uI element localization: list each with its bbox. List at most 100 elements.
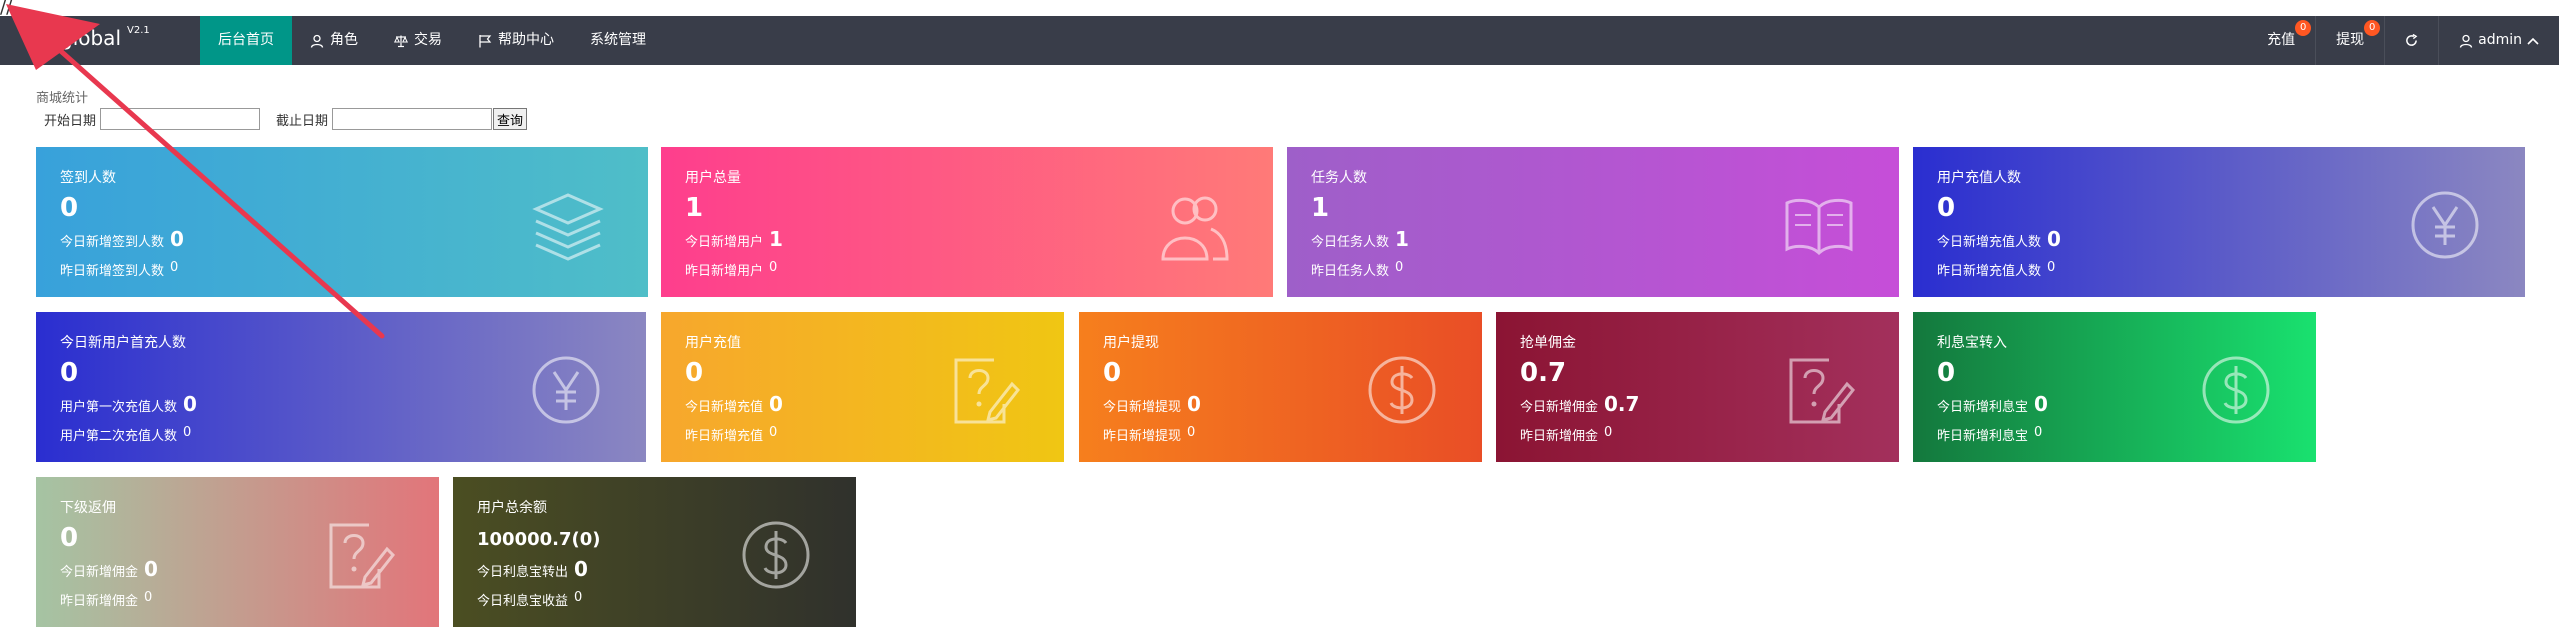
card-yesterday-label: 今日利息宝收益 (477, 594, 569, 609)
code-comment: // (0, 0, 13, 18)
card-today: 用户第一次充值人数 0 (60, 392, 197, 416)
refresh-icon (2406, 34, 2418, 46)
card-yesterday-value: 0 (1187, 425, 1196, 440)
stat-card: 抢单佣金 0.7 今日新增佣金 0.7 昨日新增佣金 0 (1496, 312, 1899, 462)
card-today: 今日新增充值 0 (685, 392, 783, 416)
users-icon (1161, 196, 1229, 261)
card-value: 0 (1937, 193, 1956, 223)
book-icon (1785, 198, 1853, 256)
stat-card: 签到人数 0 今日新增签到人数 0 昨日新增签到人数 0 (36, 147, 648, 297)
nav-item-system[interactable]: 系统管理 (572, 16, 664, 65)
card-today: 今日新增佣金 0 (60, 557, 158, 581)
stat-card: 利息宝转入 0 今日新增利息宝 0 昨日新增利息宝 0 (1913, 312, 2316, 462)
stat-card: 下级返佣 0 今日新增佣金 0 昨日新增佣金 0 (36, 477, 439, 627)
card-yesterday: 昨日新增用户 0 (685, 260, 777, 279)
balance-icon (394, 35, 408, 47)
card-title: 用户充值人数 (1937, 170, 2021, 186)
card-today: 今日新增充值人数 0 (1937, 227, 2061, 251)
card-today-label: 今日利息宝转出 (477, 565, 569, 580)
end-date-input[interactable] (332, 108, 493, 130)
top-navbar: global V2.1 后台首页 角色 交易 帮助中心 系统管理 充值 0 提现 0 … (0, 16, 2559, 65)
card-yesterday: 昨日新增佣金 0 (60, 590, 152, 609)
user-icon (310, 34, 324, 48)
card-yesterday-label: 昨日新增佣金 (60, 594, 139, 609)
card-today-label: 今日任务人数 (1311, 235, 1390, 250)
card-title: 用户提现 (1103, 335, 1159, 351)
withdraw-link[interactable]: 提现 0 (2315, 16, 2384, 65)
stat-card: 用户总余额 100000.7(0) 今日利息宝转出 0 今日利息宝收益 0 (453, 477, 856, 627)
card-today-label: 今日新增提现 (1103, 400, 1182, 415)
card-today-value: 0 (1187, 392, 1201, 416)
card-today-label: 今日新增签到人数 (60, 235, 165, 250)
nav-item-help[interactable]: 帮助中心 (460, 16, 572, 65)
recharge-link[interactable]: 充值 0 (2247, 16, 2315, 65)
right-nav: 充值 0 提现 0 admin (2247, 16, 2559, 65)
stat-card: 用户总量 1 今日新增用户 1 昨日新增用户 0 (661, 147, 1273, 297)
card-yesterday: 昨日新增签到人数 0 (60, 260, 178, 279)
card-yesterday-value: 0 (2047, 260, 2056, 275)
chevron-up-icon (2527, 37, 2539, 45)
card-yesterday: 昨日新增充值 0 (685, 425, 777, 444)
card-yesterday-value: 0 (2034, 425, 2043, 440)
stats-title: 商城统计 (36, 91, 89, 106)
card-today: 今日新增签到人数 0 (60, 227, 184, 251)
card-value: 0.7 (1520, 358, 1567, 388)
card-today-value: 0 (769, 392, 783, 416)
card-yesterday-value: 0 (183, 425, 192, 440)
card-value: 0 (60, 193, 79, 223)
card-yesterday-value: 0 (170, 260, 179, 275)
card-today-label: 今日新增充值 (685, 400, 764, 415)
card-yesterday-label: 昨日新增用户 (685, 264, 764, 279)
card-yesterday-value: 0 (1395, 260, 1404, 275)
card-today-label: 今日新增佣金 (60, 565, 139, 580)
start-date-input[interactable] (100, 108, 261, 130)
query-button[interactable]: 查询 (493, 108, 528, 130)
version-label: V2.1 (127, 25, 150, 37)
app-logo[interactable]: global V2.1 (60, 25, 150, 50)
yen-icon (532, 356, 600, 424)
card-title: 用户总量 (685, 170, 741, 186)
card-today-value: 1 (1395, 227, 1409, 251)
card-title: 用户充值 (685, 335, 741, 351)
withdraw-badge: 0 (2364, 20, 2381, 36)
nav-item-home[interactable]: 后台首页 (200, 16, 292, 65)
help-edit-icon (329, 523, 396, 589)
recharge-badge: 0 (2295, 20, 2312, 36)
card-today-label: 今日新增充值人数 (1937, 235, 2042, 250)
card-today: 今日任务人数 1 (1311, 227, 1409, 251)
user-menu[interactable]: admin (2438, 16, 2559, 65)
stat-card: 任务人数 1 今日任务人数 1 昨日任务人数 0 (1287, 147, 1899, 297)
card-yesterday: 昨日新增提现 0 (1103, 425, 1195, 444)
stat-card: 今日新用户首充人数 0 用户第一次充值人数 0 用户第二次充值人数 0 (36, 312, 646, 462)
help-edit-icon (954, 358, 1021, 424)
help-edit-icon (1789, 358, 1856, 424)
card-today: 今日新增利息宝 0 (1937, 392, 2048, 416)
card-today-label: 今日新增利息宝 (1937, 400, 2029, 415)
card-today-value: 0 (170, 227, 184, 251)
stat-card: 用户提现 0 今日新增提现 0 昨日新增提现 0 (1079, 312, 1482, 462)
card-yesterday-label: 昨日新增充值 (685, 429, 764, 444)
card-value: 1 (1311, 193, 1330, 223)
refresh-button[interactable] (2384, 16, 2438, 65)
nav-item-trade[interactable]: 交易 (376, 16, 460, 65)
card-yesterday-label: 昨日任务人数 (1311, 264, 1390, 279)
card-yesterday-label: 昨日新增佣金 (1520, 429, 1599, 444)
main-nav: 后台首页 角色 交易 帮助中心 系统管理 (200, 16, 664, 65)
card-value: 0 (1937, 358, 1956, 388)
card-value: 0 (1103, 358, 1122, 388)
stat-card: 用户充值人数 0 今日新增充值人数 0 昨日新增充值人数 0 (1913, 147, 2525, 297)
card-yesterday-label: 昨日新增签到人数 (60, 264, 165, 279)
card-yesterday: 昨日新增佣金 0 (1520, 425, 1612, 444)
stat-card: 用户充值 0 今日新增充值 0 昨日新增充值 0 (661, 312, 1064, 462)
card-title: 抢单佣金 (1520, 335, 1576, 351)
date-filter: 开始日期 截止日期 查询 (44, 108, 528, 130)
card-yesterday: 今日利息宝收益 0 (477, 590, 582, 609)
card-today-value: 0 (2034, 392, 2048, 416)
card-title: 任务人数 (1311, 170, 1367, 186)
card-yesterday-value: 0 (1604, 425, 1613, 440)
card-today-value: 1 (769, 227, 783, 251)
card-value: 100000.7(0) (477, 529, 601, 550)
layers-icon (532, 193, 604, 261)
nav-item-roles[interactable]: 角色 (292, 16, 376, 65)
card-yesterday-value: 0 (574, 590, 583, 605)
